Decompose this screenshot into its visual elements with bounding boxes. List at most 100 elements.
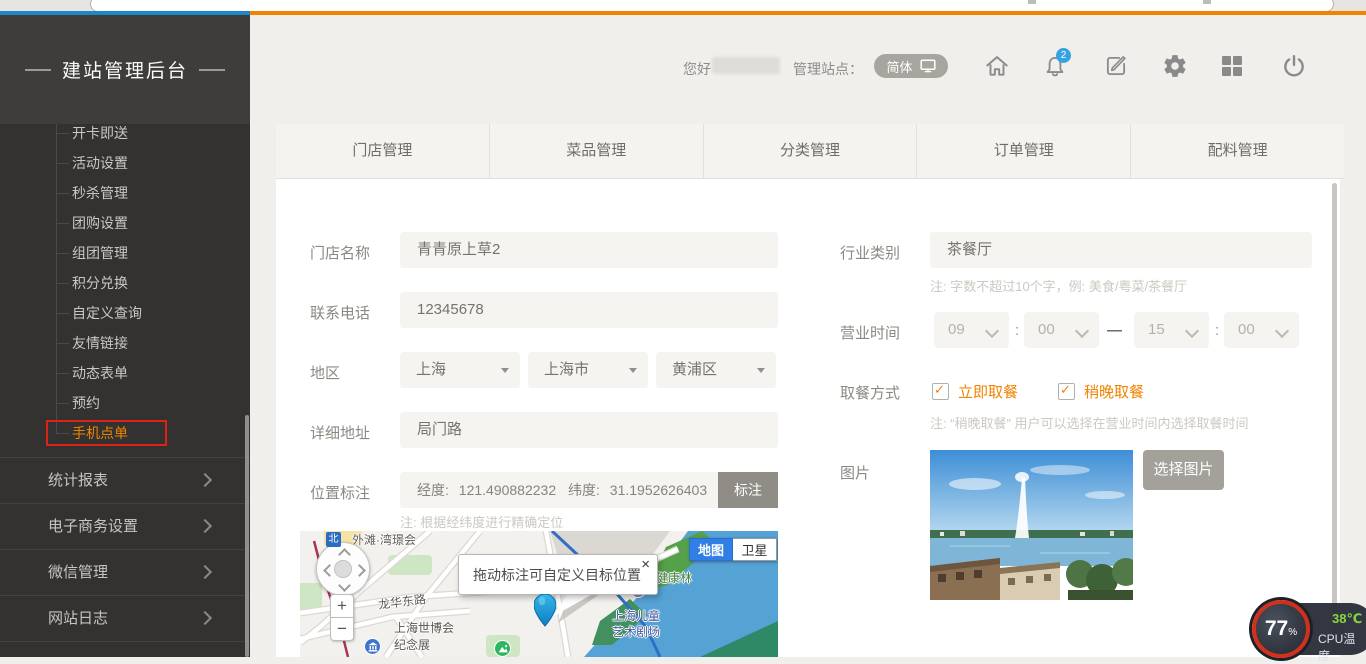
dropdown-arrow-icon [757, 368, 765, 373]
map-pan-control[interactable] [316, 542, 370, 596]
map-type-map-button[interactable]: 地图 [689, 538, 733, 561]
manage-site-label: 管理站点： [793, 59, 863, 79]
image-label: 图片 [840, 462, 870, 483]
browser-strip [0, 0, 1366, 11]
pan-right-icon[interactable] [353, 564, 366, 577]
lng-value: 121.490882232 [459, 482, 556, 498]
chevron-right-icon [198, 611, 212, 625]
checkbox[interactable] [1058, 383, 1075, 400]
sidebar-menu-item[interactable]: 动态表单 [0, 358, 250, 388]
pan-up-icon[interactable] [338, 548, 351, 561]
choose-image-button[interactable]: 选择图片 [1143, 450, 1224, 490]
sidebar-menu-item[interactable]: 秒杀管理 [0, 178, 250, 208]
chevron-right-icon [198, 519, 212, 533]
hours-from-hour-select[interactable]: 09 [934, 312, 1009, 348]
pickup-option[interactable]: 稍晚取餐 [1058, 381, 1144, 402]
museum-poi-icon [364, 638, 381, 655]
map-type-satellite-button[interactable]: 卫星 [733, 538, 777, 561]
category-note: 注: 字数不超过10个字，例: 美食/粤菜/茶餐厅 [930, 276, 1187, 295]
chevron-right-icon [198, 565, 212, 579]
category-input[interactable]: 茶餐厅 [930, 232, 1312, 268]
sidebar-menu-item[interactable]: 组团管理 [0, 238, 250, 268]
pan-down-icon[interactable] [338, 579, 351, 592]
tab[interactable]: 订单管理 [916, 124, 1130, 178]
sidebar-section[interactable]: 网站日志 [0, 595, 250, 642]
lat-value: 31.1952626403 [610, 482, 707, 498]
tab[interactable]: 分类管理 [703, 124, 917, 178]
sidebar-section[interactable]: 电子商务设置 [0, 503, 250, 549]
pickup-option[interactable]: 立即取餐 [932, 381, 1018, 402]
sidebar-menu-item[interactable]: 开卡即送 [0, 124, 250, 148]
sidebar-section[interactable]: 统计报表 [0, 457, 250, 503]
sidebar-menu-item[interactable]: 友情链接 [0, 328, 250, 358]
map-place-label: 纪念展 [394, 636, 430, 653]
dropdown-arrow-icon [501, 368, 509, 373]
tab-bar: 门店管理菜品管理分类管理订单管理配料管理 [276, 124, 1344, 179]
pickup-note: 注: “稍晚取餐” 用户可以选择在营业时间内选择取餐时间 [930, 413, 1249, 432]
sidebar-scrollbar[interactable] [245, 415, 249, 657]
map-tooltip-text: 拖动标注可自定义目标位置 [473, 565, 641, 585]
lat-label: 纬度: [568, 482, 600, 498]
time-dash: — [1107, 322, 1122, 339]
map-type-switch: 地图 卫星 [689, 538, 777, 561]
home-icon[interactable] [984, 53, 1010, 79]
address-input[interactable]: 局门路 [400, 412, 778, 448]
hours-from-minute-select[interactable]: 00 [1024, 312, 1099, 348]
cpu-percent: 77 [1265, 604, 1288, 654]
region-district-select[interactable]: 黄浦区 [656, 352, 776, 388]
map-marker-pin[interactable] [534, 594, 556, 627]
region-province-select[interactable]: 上海 [400, 352, 520, 388]
map-place-label: 上海世博会 [394, 619, 454, 636]
tab[interactable]: 菜品管理 [489, 124, 703, 178]
compose-icon[interactable] [1103, 53, 1129, 79]
cpu-widget-label: CPU温度 [1318, 630, 1366, 664]
hours-to-hour-select[interactable]: 15 [1134, 312, 1209, 348]
phone-input[interactable]: 12345678 [400, 292, 778, 328]
region-city-select[interactable]: 上海市 [528, 352, 648, 388]
cpu-percent-unit: % [1288, 627, 1297, 638]
browser-mark [1028, 0, 1036, 4]
park-poi-icon [494, 640, 511, 657]
store-name-input[interactable]: 青青原上草2 [400, 232, 778, 268]
notification-badge: 2 [1056, 48, 1071, 63]
apps-grid-icon[interactable] [1221, 55, 1243, 77]
sidebar-menu-item[interactable]: 活动设置 [0, 148, 250, 178]
sidebar-header: 建站管理后台 [0, 15, 250, 124]
sidebar-menu-item[interactable]: 预约 [0, 388, 250, 418]
map-widget[interactable]: 外滩·湾璟会龙华东路健康林上海儿童艺术剧场上海世博会纪念展 北 + − 地图 卫… [300, 531, 778, 657]
tab[interactable]: 门店管理 [276, 124, 489, 178]
power-icon[interactable] [1281, 53, 1307, 79]
content-scrollbar[interactable] [1332, 183, 1337, 653]
sidebar-sections: 统计报表 电子商务设置 微信管理 网站日志 [0, 457, 250, 642]
mark-location-button[interactable]: 标注 [718, 472, 778, 508]
tab[interactable]: 配料管理 [1130, 124, 1344, 178]
time-colon: : [1015, 322, 1019, 339]
store-photo-thumbnail [930, 450, 1133, 600]
language-switch-button[interactable]: 简体 [874, 54, 948, 78]
phone-label: 联系电话 [310, 302, 370, 323]
chevron-down-icon [1075, 324, 1089, 338]
settings-gear-icon[interactable] [1162, 53, 1188, 79]
hours-to-minute-select[interactable]: 00 [1224, 312, 1299, 348]
map-place-label: 艺术剧场 [612, 623, 660, 640]
coordinates-field[interactable]: 经度: 121.490882232 纬度: 31.1952626403 [400, 472, 718, 508]
sidebar-menu: 开卡即送活动设置秒杀管理团购设置组团管理积分兑换自定义查询友情链接动态表单预约手… [0, 124, 250, 457]
map-place-label: 外滩·湾璟会 [352, 531, 416, 548]
sidebar-menu-item[interactable]: 自定义查询 [0, 298, 250, 328]
sidebar-section[interactable]: 微信管理 [0, 549, 250, 595]
monitor-icon [920, 59, 936, 73]
close-icon[interactable]: × [641, 556, 650, 573]
location-label: 位置标注 [310, 482, 370, 503]
sidebar-menu-item[interactable]: 团购设置 [0, 208, 250, 238]
pan-knob[interactable] [334, 560, 352, 578]
checkbox[interactable] [932, 383, 949, 400]
map-zoom-out-button[interactable]: − [330, 617, 354, 641]
category-label: 行业类别 [840, 242, 900, 263]
username-redacted [712, 57, 780, 74]
sidebar-menu-item[interactable]: 积分兑换 [0, 268, 250, 298]
chevron-down-icon [1275, 324, 1289, 338]
map-zoom-in-button[interactable]: + [330, 594, 354, 618]
sidebar-menu-item[interactable]: 手机点单 [0, 418, 250, 448]
time-colon: : [1215, 322, 1219, 339]
region-label: 地区 [310, 362, 340, 383]
